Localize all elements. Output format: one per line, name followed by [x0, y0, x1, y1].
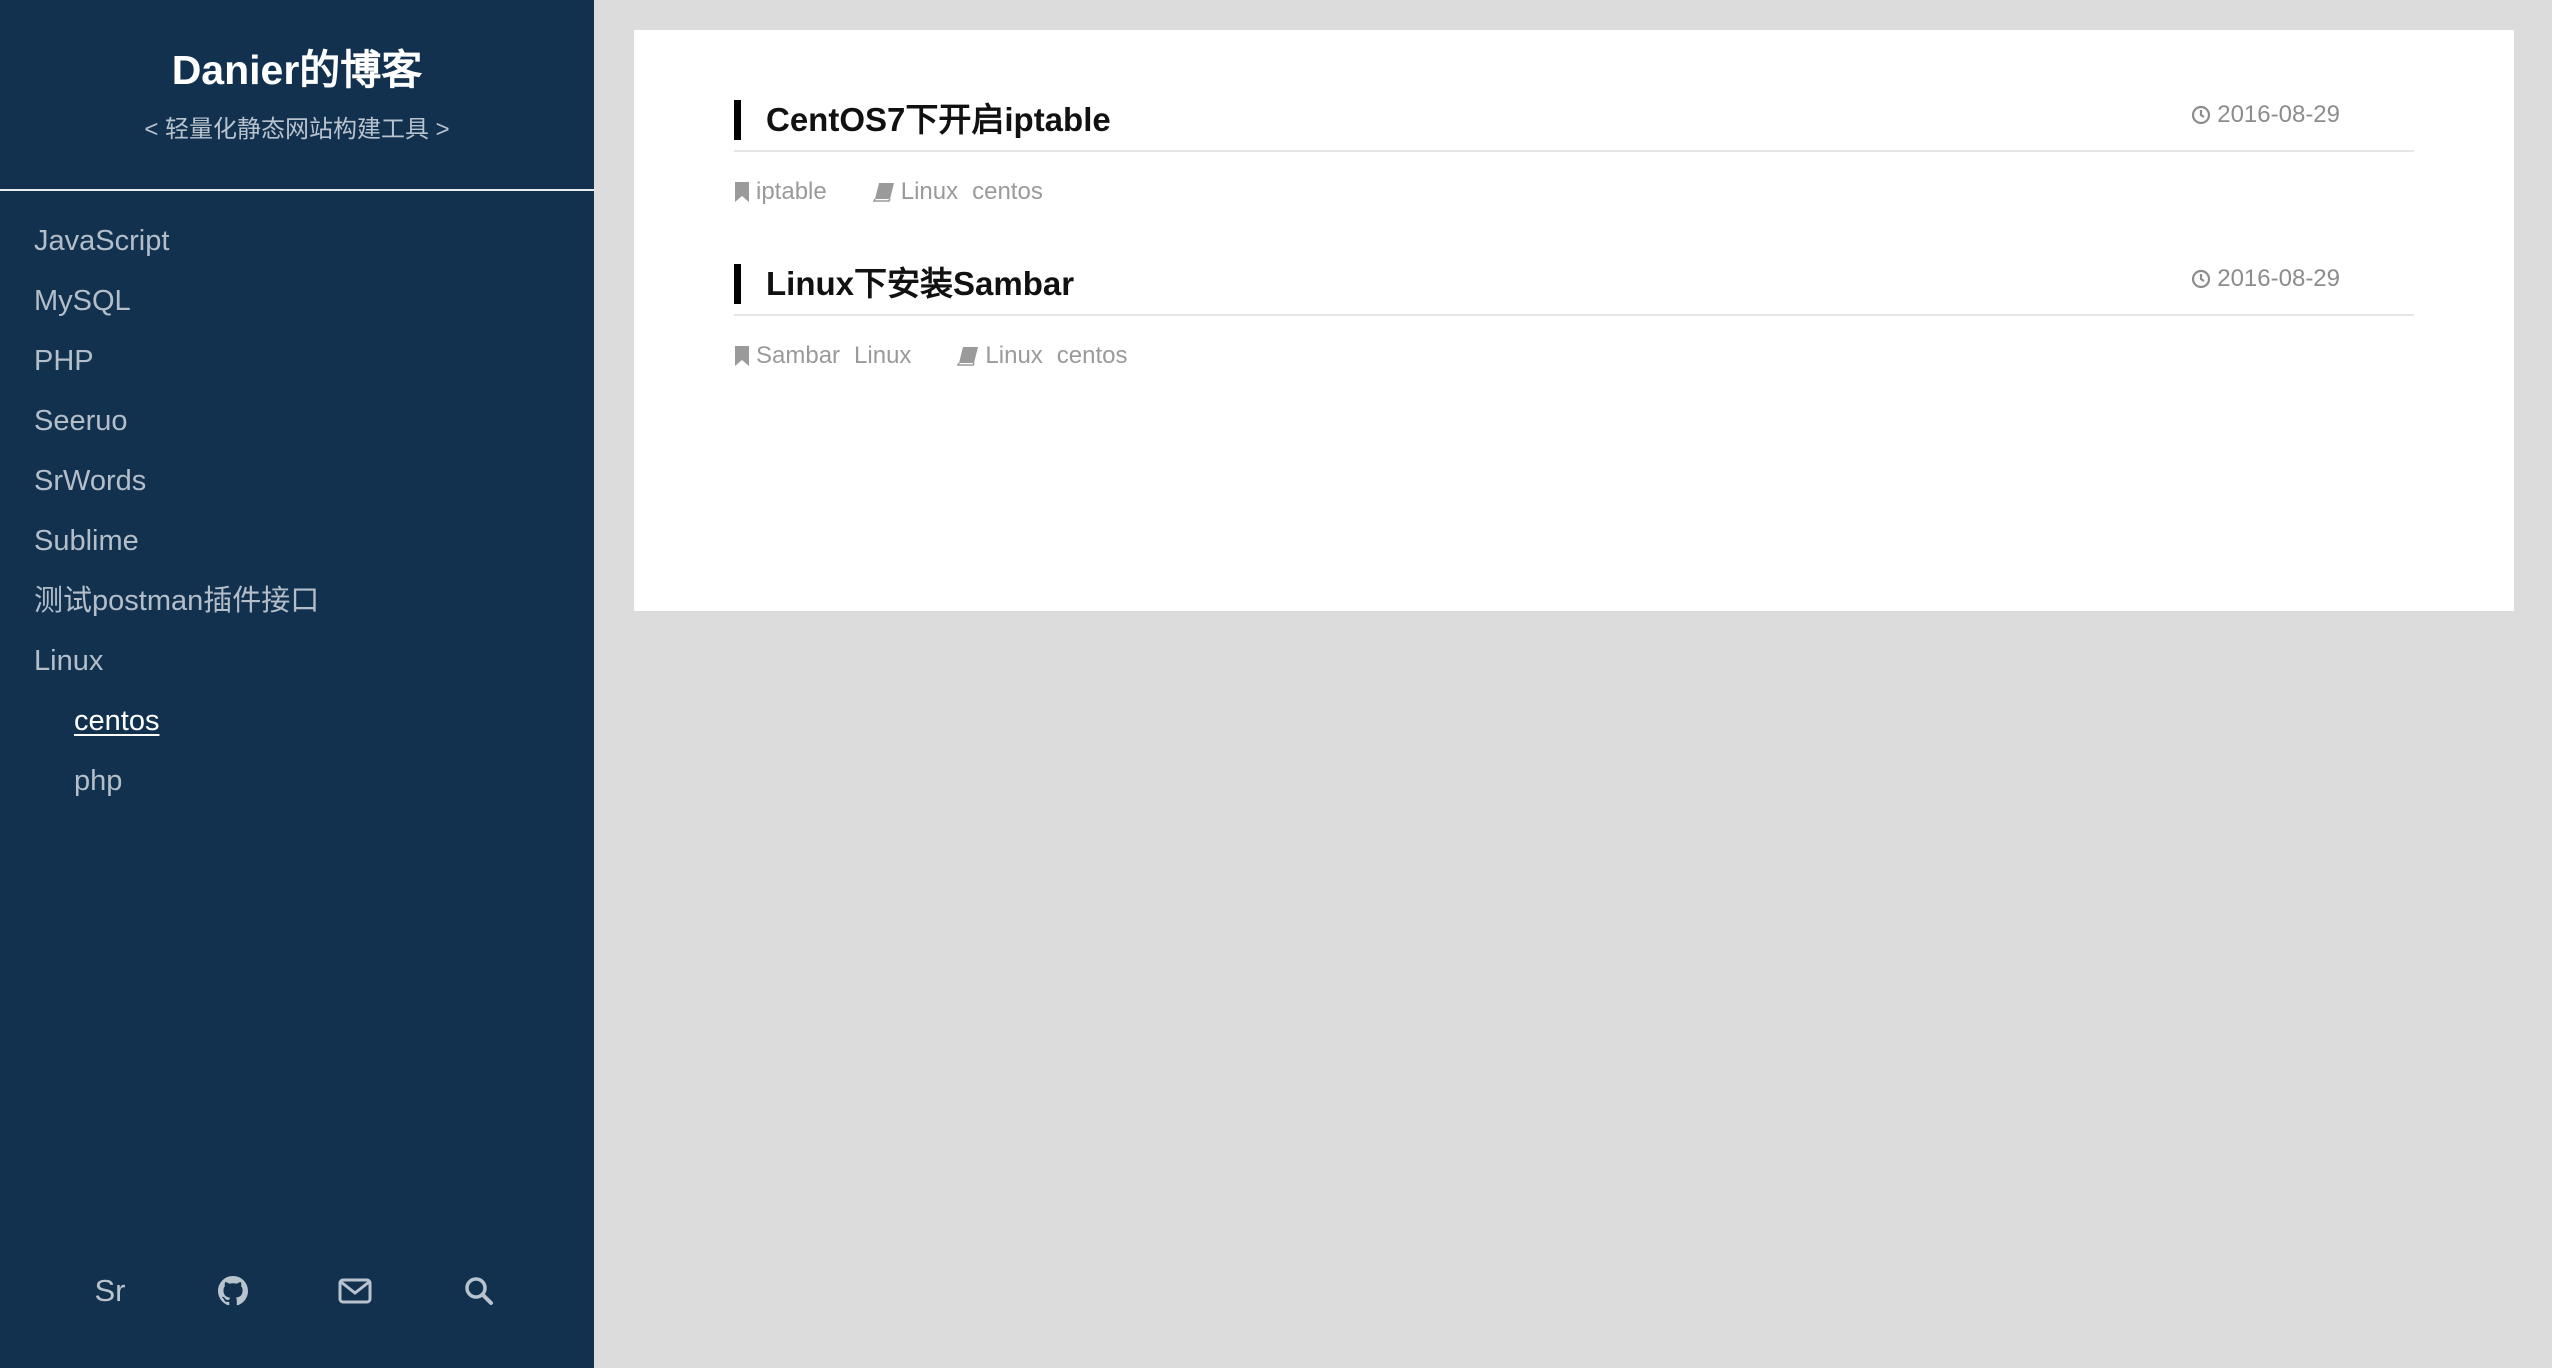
post-title[interactable]: CentOS7下开启iptable: [734, 100, 1111, 140]
nav-item-mysql[interactable]: MySQL: [0, 271, 594, 331]
post-header: Linux下安装Sambar 2016-08-29: [734, 264, 2414, 316]
post-meta: Sambar Linux Linux centos: [734, 340, 2414, 372]
post-date: 2016-08-29: [2191, 100, 2340, 130]
sr-home-link[interactable]: Sr: [75, 1266, 145, 1316]
post-tags: Sambar Linux: [734, 340, 911, 372]
category-list: JavaScript MySQL PHP Seeruo SrWords Subl…: [0, 191, 594, 811]
bookmark-icon: [735, 346, 749, 366]
post-categories: Linux centos: [957, 340, 1128, 372]
nav-item-srwords[interactable]: SrWords: [0, 451, 594, 511]
github-icon: [218, 1276, 248, 1306]
mail-icon: [338, 1278, 372, 1304]
post-meta: iptable Linux centos: [734, 176, 2414, 208]
category-link[interactable]: centos: [1057, 340, 1128, 372]
post-title[interactable]: Linux下安装Sambar: [734, 264, 1074, 304]
tag-link[interactable]: Linux: [854, 340, 911, 372]
book-icon: [957, 347, 979, 366]
bookmark-icon: [735, 182, 749, 202]
nav-item-javascript[interactable]: JavaScript: [0, 211, 594, 271]
post-tags: iptable: [734, 176, 827, 208]
clock-icon: [2192, 105, 2211, 125]
blog-title[interactable]: Danier的博客: [0, 0, 594, 98]
category-nav: JavaScript MySQL PHP Seeruo SrWords Subl…: [0, 191, 594, 811]
nav-item-seeruo[interactable]: Seeruo: [0, 391, 594, 451]
search-icon: [465, 1277, 493, 1305]
blog-header: Danier的博客 < 轻量化静态网站构建工具 >: [0, 0, 594, 191]
nav-item-php-sub[interactable]: php: [0, 751, 594, 811]
nav-item-php[interactable]: PHP: [0, 331, 594, 391]
post-list-card: CentOS7下开启iptable 2016-08-29 iptable Lin…: [634, 30, 2514, 611]
post-date: 2016-08-29: [2191, 264, 2340, 294]
post-date-text: 2016-08-29: [2217, 101, 2340, 128]
nav-item-sublime[interactable]: Sublime: [0, 511, 594, 571]
nav-item-centos[interactable]: centos: [0, 691, 594, 751]
tag-link[interactable]: iptable: [756, 176, 827, 208]
post-date-text: 2016-08-29: [2217, 265, 2340, 292]
post-item: Linux下安装Sambar 2016-08-29 Sambar Linux L…: [734, 264, 2414, 372]
sidebar: Danier的博客 < 轻量化静态网站构建工具 > JavaScript MyS…: [0, 0, 594, 1368]
post-item: CentOS7下开启iptable 2016-08-29 iptable Lin…: [734, 100, 2414, 208]
sidebar-footer: Sr: [0, 1228, 594, 1368]
blog-subtitle: < 轻量化静态网站构建工具 >: [144, 116, 450, 143]
category-link[interactable]: Linux: [901, 176, 958, 208]
nav-item-postman-test[interactable]: 测试postman插件接口: [0, 571, 594, 631]
post-header: CentOS7下开启iptable 2016-08-29: [734, 100, 2414, 152]
nav-item-linux[interactable]: Linux: [0, 631, 594, 691]
clock-icon: [2192, 269, 2211, 289]
mail-link[interactable]: [320, 1266, 390, 1316]
tag-link[interactable]: Sambar: [756, 340, 840, 372]
category-link[interactable]: Linux: [985, 340, 1042, 372]
search-link[interactable]: [444, 1266, 514, 1316]
github-link[interactable]: [198, 1266, 268, 1316]
category-link[interactable]: centos: [972, 176, 1043, 208]
post-categories: Linux centos: [872, 176, 1043, 208]
book-icon: [872, 183, 894, 202]
